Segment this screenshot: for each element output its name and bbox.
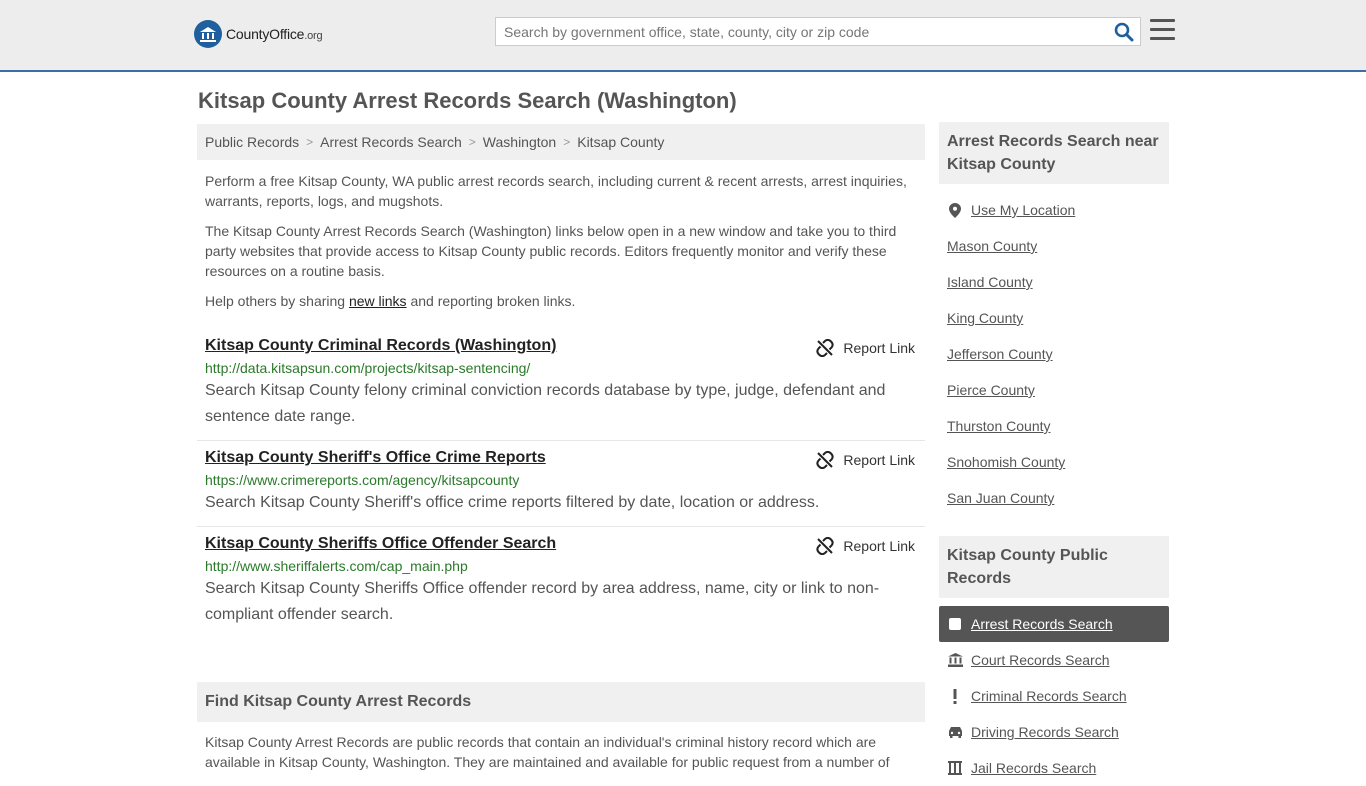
record-item: Kitsap County Sheriff's Office Crime Rep… bbox=[197, 441, 925, 527]
nearby-county-item: Thurston County bbox=[947, 408, 1161, 444]
intro-text: Perform a free Kitsap County, WA public … bbox=[197, 171, 925, 311]
courthouse-icon bbox=[947, 653, 963, 667]
public-records-list: Arrest Records Search Court Records Sear… bbox=[939, 606, 1169, 786]
nearby-county-item: Snohomish County bbox=[947, 444, 1161, 480]
records-list: Kitsap County Criminal Records (Washingt… bbox=[197, 329, 925, 638]
sidebar-item-arrest-records[interactable]: Arrest Records Search bbox=[939, 606, 1169, 642]
broken-link-icon bbox=[816, 339, 835, 357]
page-title: Kitsap County Arrest Records Search (Was… bbox=[198, 88, 737, 113]
nearby-county-item: San Juan County bbox=[947, 480, 1161, 516]
sidebar-item-label[interactable]: Arrest Records Search bbox=[971, 616, 1113, 632]
intro-paragraph-2: The Kitsap County Arrest Records Search … bbox=[205, 223, 897, 279]
site-logo[interactable]: CountyOffice.org bbox=[194, 20, 323, 48]
use-my-location-link[interactable]: Use My Location bbox=[971, 202, 1075, 218]
sidebar-item-jail-records[interactable]: Jail Records Search bbox=[939, 750, 1169, 786]
broken-link-icon bbox=[816, 537, 835, 555]
checkbox-icon bbox=[947, 618, 963, 630]
nearby-county-item: King County bbox=[947, 300, 1161, 336]
intro-paragraph-1: Perform a free Kitsap County, WA public … bbox=[205, 173, 907, 209]
top-header: CountyOffice.org bbox=[0, 0, 1366, 72]
record-description: Search Kitsap County Sheriffs Office off… bbox=[205, 580, 880, 623]
public-records-heading: Kitsap County Public Records bbox=[939, 536, 1169, 598]
search-box bbox=[495, 17, 1141, 46]
search-icon bbox=[1114, 22, 1134, 42]
hamburger-menu-icon[interactable] bbox=[1150, 19, 1175, 41]
nearby-county-link[interactable]: San Juan County bbox=[947, 490, 1054, 506]
record-title-link[interactable]: Kitsap County Sheriffs Office Offender S… bbox=[205, 535, 556, 553]
sidebar: Arrest Records Search near Kitsap County… bbox=[939, 122, 1169, 786]
breadcrumb-public-records[interactable]: Public Records bbox=[205, 134, 299, 150]
breadcrumb: Public Records > Arrest Records Search >… bbox=[197, 124, 925, 160]
nearby-list: Use My Location Mason County Island Coun… bbox=[939, 192, 1169, 516]
nearby-county-link[interactable]: King County bbox=[947, 310, 1023, 326]
map-pin-icon bbox=[947, 202, 963, 218]
search-button[interactable] bbox=[1114, 22, 1134, 42]
record-item: Kitsap County Sheriffs Office Offender S… bbox=[197, 527, 925, 638]
sidebar-item-driving-records[interactable]: Driving Records Search bbox=[939, 714, 1169, 750]
nearby-county-link[interactable]: Thurston County bbox=[947, 418, 1051, 434]
report-link-label: Report Link bbox=[843, 538, 915, 554]
sidebar-item-label[interactable]: Court Records Search bbox=[971, 652, 1110, 668]
report-link-button[interactable]: Report Link bbox=[816, 451, 915, 469]
breadcrumb-separator-icon: > bbox=[306, 135, 314, 149]
nearby-county-item: Mason County bbox=[947, 228, 1161, 264]
report-link-label: Report Link bbox=[843, 340, 915, 356]
exclamation-icon bbox=[947, 688, 963, 704]
record-url[interactable]: http://data.kitsapsun.com/projects/kitsa… bbox=[205, 360, 917, 376]
breadcrumb-washington[interactable]: Washington bbox=[483, 134, 556, 150]
sidebar-item-label[interactable]: Criminal Records Search bbox=[971, 688, 1127, 704]
sidebar-item-label[interactable]: Driving Records Search bbox=[971, 724, 1119, 740]
nearby-county-item: Pierce County bbox=[947, 372, 1161, 408]
nearby-county-link[interactable]: Pierce County bbox=[947, 382, 1035, 398]
broken-link-icon bbox=[816, 451, 835, 469]
sidebar-item-label[interactable]: Jail Records Search bbox=[971, 760, 1096, 776]
find-records-heading: Find Kitsap County Arrest Records bbox=[197, 682, 925, 722]
record-description: Search Kitsap County Sheriff's office cr… bbox=[205, 494, 820, 511]
record-url[interactable]: http://www.sheriffalerts.com/cap_main.ph… bbox=[205, 558, 917, 574]
record-title-link[interactable]: Kitsap County Criminal Records (Washingt… bbox=[205, 337, 556, 355]
nearby-county-link[interactable]: Island County bbox=[947, 274, 1033, 290]
report-link-label: Report Link bbox=[843, 452, 915, 468]
logo-seal-icon bbox=[194, 20, 222, 48]
nearby-county-link[interactable]: Jefferson County bbox=[947, 346, 1053, 362]
main-content: Public Records > Arrest Records Search >… bbox=[197, 124, 925, 772]
find-records-text: Kitsap County Arrest Records are public … bbox=[205, 734, 890, 770]
report-link-button[interactable]: Report Link bbox=[816, 537, 915, 555]
record-item: Kitsap County Criminal Records (Washingt… bbox=[197, 329, 925, 441]
search-input[interactable] bbox=[496, 18, 1096, 45]
nearby-county-link[interactable]: Mason County bbox=[947, 238, 1037, 254]
record-description: Search Kitsap County felony criminal con… bbox=[205, 382, 886, 425]
report-link-button[interactable]: Report Link bbox=[816, 339, 915, 357]
nearby-county-item: Jefferson County bbox=[947, 336, 1161, 372]
nearby-county-item: Island County bbox=[947, 264, 1161, 300]
logo-text: CountyOffice.org bbox=[226, 26, 323, 42]
car-icon bbox=[947, 726, 963, 738]
intro-paragraph-3: Help others by sharing new links and rep… bbox=[205, 293, 576, 309]
breadcrumb-arrest-records[interactable]: Arrest Records Search bbox=[320, 134, 462, 150]
sidebar-item-criminal-records[interactable]: Criminal Records Search bbox=[939, 678, 1169, 714]
breadcrumb-separator-icon: > bbox=[563, 135, 571, 149]
record-url[interactable]: https://www.crimereports.com/agency/kits… bbox=[205, 472, 917, 488]
use-location-item: Use My Location bbox=[947, 192, 1161, 228]
logo-suffix: .org bbox=[304, 30, 323, 42]
jail-icon bbox=[947, 761, 963, 775]
new-links-link[interactable]: new links bbox=[349, 293, 407, 309]
logo-main: CountyOffice bbox=[226, 26, 305, 42]
breadcrumb-kitsap-county[interactable]: Kitsap County bbox=[577, 134, 664, 150]
breadcrumb-separator-icon: > bbox=[468, 135, 476, 149]
nearby-heading: Arrest Records Search near Kitsap County bbox=[939, 122, 1169, 184]
record-title-link[interactable]: Kitsap County Sheriff's Office Crime Rep… bbox=[205, 449, 546, 467]
nearby-county-link[interactable]: Snohomish County bbox=[947, 454, 1065, 470]
sidebar-item-court-records[interactable]: Court Records Search bbox=[939, 642, 1169, 678]
